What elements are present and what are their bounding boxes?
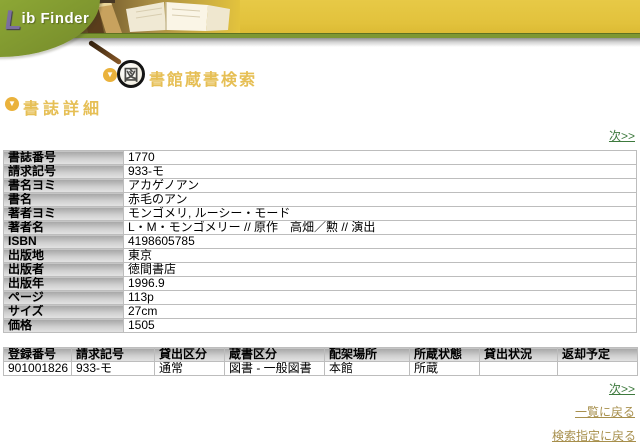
field-label: 価格: [4, 319, 124, 333]
table-row: サイズ27cm: [4, 305, 637, 319]
field-value: 赤毛のアン: [124, 193, 637, 207]
library-detail-page: Lib Finder 図 ▼ 書館蔵書検索 ▼ 書誌詳細 次>> 書誌番号177…: [0, 0, 640, 445]
back-to-list-link[interactable]: 一覧に戻る: [575, 403, 635, 420]
column-header: 所蔵状態: [410, 348, 480, 362]
page-title: 書誌詳細: [23, 95, 103, 119]
cell-registration-number: 901001826: [4, 362, 72, 376]
field-value: アカゲノアン: [124, 179, 637, 193]
field-value: 933-モ: [124, 165, 637, 179]
field-value: 1505: [124, 319, 637, 333]
field-label: 出版者: [4, 263, 124, 277]
field-label: サイズ: [4, 305, 124, 319]
field-label: 出版年: [4, 277, 124, 291]
banner-green-strip: [0, 33, 640, 38]
holdings-data-row: 901001826 933-モ 通常 図書 - 一般図書 本館 所蔵: [4, 362, 638, 376]
table-row: 著者ヨミモンゴメリ, ルーシー・モード: [4, 207, 637, 221]
table-row: 書名赤毛のアン: [4, 193, 637, 207]
table-row: 出版地東京: [4, 249, 637, 263]
table-row: 価格1505: [4, 319, 637, 333]
field-value: L・M・モンゴメリー // 原作 高畑／勲 // 演出: [124, 221, 637, 235]
magnifier-icon: 図: [117, 60, 145, 88]
table-row: 著者名L・M・モンゴメリー // 原作 高畑／勲 // 演出: [4, 221, 637, 235]
column-header: 貸出区分: [155, 348, 225, 362]
field-value: モンゴメリ, ルーシー・モード: [124, 207, 637, 221]
logo-letter-l: L: [3, 7, 23, 34]
field-value: 27cm: [124, 305, 637, 319]
field-value: 113p: [124, 291, 637, 305]
table-row: 出版年1996.9: [4, 277, 637, 291]
back-to-search-link[interactable]: 検索指定に戻る: [552, 427, 636, 444]
field-label: 書名ヨミ: [4, 179, 124, 193]
site-title: 書館蔵書検索: [149, 66, 257, 90]
column-header: 蔵書区分: [225, 348, 325, 362]
table-row: 書名ヨミアカゲノアン: [4, 179, 637, 193]
field-value: 東京: [124, 249, 637, 263]
column-header: 配架場所: [325, 348, 410, 362]
magnifier-lens-character: 図: [123, 64, 138, 85]
field-label: 書誌番号: [4, 151, 124, 165]
triangle-down-icon: ▼: [103, 68, 117, 82]
column-header: 登録番号: [4, 348, 72, 362]
cell-loan-status: [480, 362, 558, 376]
cell-holding-status: 所蔵: [410, 362, 480, 376]
field-label: 著者ヨミ: [4, 207, 124, 221]
cell-call-number: 933-モ: [72, 362, 155, 376]
table-row: ページ113p: [4, 291, 637, 305]
field-label: ページ: [4, 291, 124, 305]
field-value: 徳間書店: [124, 263, 637, 277]
next-link-top[interactable]: 次>>: [609, 127, 635, 144]
cell-return-due: [558, 362, 638, 376]
next-link-bottom[interactable]: 次>>: [609, 380, 635, 397]
triangle-down-icon: ▼: [5, 97, 19, 111]
table-row: 書誌番号1770: [4, 151, 637, 165]
field-value: 4198605785: [124, 235, 637, 249]
cell-shelf-location: 本館: [325, 362, 410, 376]
logo-wordmark: ib Finder: [22, 10, 90, 27]
column-header: 請求記号: [72, 348, 155, 362]
field-label: 著者名: [4, 221, 124, 235]
cell-loan-category: 通常: [155, 362, 225, 376]
field-label: 出版地: [4, 249, 124, 263]
books-illustration: [78, 0, 240, 33]
table-row: ISBN4198605785: [4, 235, 637, 249]
holdings-table: 登録番号 請求記号 貸出区分 蔵書区分 配架場所 所蔵状態 貸出状況 返却予定 …: [3, 347, 638, 376]
column-header: 返却予定: [558, 348, 638, 362]
field-value: 1996.9: [124, 277, 637, 291]
bibliographic-detail-table: 書誌番号1770 請求記号933-モ 書名ヨミアカゲノアン 書名赤毛のアン 著者…: [3, 150, 637, 333]
books-graphic: [78, 0, 240, 33]
table-row: 請求記号933-モ: [4, 165, 637, 179]
column-header: 貸出状況: [480, 348, 558, 362]
table-row: 出版者徳間書店: [4, 263, 637, 277]
holdings-header-row: 登録番号 請求記号 貸出区分 蔵書区分 配架場所 所蔵状態 貸出状況 返却予定: [4, 348, 638, 362]
libfinder-logo[interactable]: Lib Finder: [5, 7, 89, 34]
field-label: ISBN: [4, 235, 124, 249]
field-value: 1770: [124, 151, 637, 165]
field-label: 書名: [4, 193, 124, 207]
field-label: 請求記号: [4, 165, 124, 179]
cell-collection-category: 図書 - 一般図書: [225, 362, 325, 376]
